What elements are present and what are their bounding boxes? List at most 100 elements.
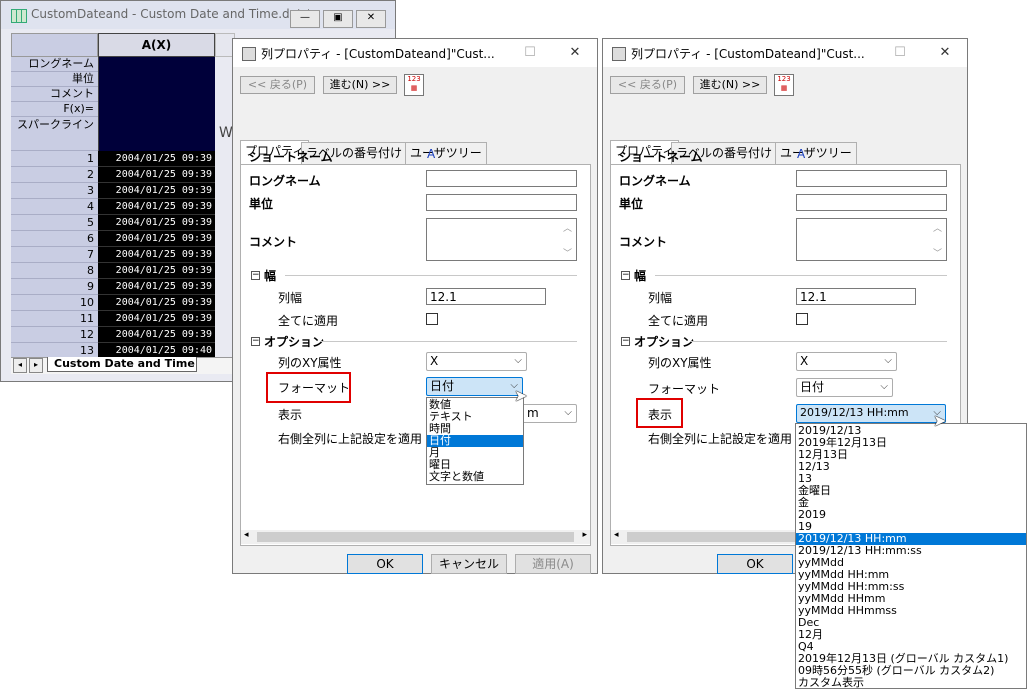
row-number[interactable]: 1 — [11, 151, 98, 167]
row-number[interactable]: 8 — [11, 263, 98, 279]
display-option[interactable]: yyMMdd HHmmss — [796, 605, 1026, 617]
dialog2-forward-button[interactable]: 進む(N) >> — [693, 76, 767, 94]
dialog1-forward-button[interactable]: 進む(N) >> — [323, 76, 397, 94]
row-number[interactable]: 4 — [11, 199, 98, 215]
format-option[interactable]: 日付 — [427, 435, 523, 447]
row-number[interactable]: 7 — [11, 247, 98, 263]
dialog2-comment-textarea[interactable] — [796, 218, 947, 261]
data-cell[interactable]: 2004/01/25 09:39 — [98, 167, 215, 183]
display-option[interactable]: Dec — [796, 617, 1026, 629]
row-label-fx[interactable]: F(x)= — [11, 102, 98, 117]
row-number[interactable]: 3 — [11, 183, 98, 199]
dialog1-width-collapse-icon[interactable]: − — [251, 271, 260, 280]
data-cell[interactable]: 2004/01/25 09:39 — [98, 263, 215, 279]
dialog1-comment-scroll-up[interactable]: ︿ — [563, 221, 572, 234]
column-header-a[interactable]: A(X) — [98, 33, 215, 57]
display-option[interactable]: カスタム表示 — [796, 677, 1026, 689]
row-number[interactable]: 5 — [11, 215, 98, 231]
format-option[interactable]: 文字と数値 — [427, 471, 523, 483]
tab-scroll-right-button[interactable]: ▸ — [29, 358, 43, 373]
dialog1-comment-scroll-down[interactable]: ﹀ — [563, 246, 572, 259]
dialog2-format-select[interactable]: 日付 ⌵ — [796, 378, 893, 397]
dialog2-ok-button[interactable]: OK — [717, 554, 793, 574]
row-label-comment[interactable]: コメント — [11, 87, 98, 102]
dialog1-unit-input[interactable] — [426, 194, 577, 211]
dialog2-display-select[interactable]: 2019/12/13 HH:mm ⌵ — [796, 404, 946, 423]
dialog1-long-name-input[interactable] — [426, 170, 577, 187]
dialog1-close-button[interactable]: ✕ — [553, 39, 597, 67]
data-cell[interactable]: 2004/01/25 09:39 — [98, 295, 215, 311]
dialog1-ok-button[interactable]: OK — [347, 554, 423, 574]
worksheet-titlebar[interactable]: CustomDateand - Custom Date and Time.dat… — [1, 1, 395, 29]
dialog1-back-button[interactable]: << 戻る(P) — [240, 76, 315, 94]
display-option[interactable]: 金 — [796, 497, 1026, 509]
data-cell[interactable]: 2004/01/25 09:39 — [98, 231, 215, 247]
dialog2-tab-user-tree[interactable]: ユーザツリー — [775, 142, 857, 164]
display-option[interactable]: 12月 — [796, 629, 1026, 641]
data-cell[interactable]: 2004/01/25 09:39 — [98, 151, 215, 167]
dialog2-column-format-icon[interactable]: 123 ▦ — [774, 74, 794, 96]
data-cell[interactable]: 2004/01/25 09:39 — [98, 199, 215, 215]
row-number[interactable]: 11 — [11, 311, 98, 327]
dialog1-format-dropdown-list[interactable]: 数値 テキスト 時間 日付月曜日 文字と数値 — [426, 397, 524, 485]
dialog1-format-select[interactable]: 日付 ⌵ — [426, 377, 523, 396]
dialog1-display-select[interactable]: m ⌵ — [521, 404, 577, 423]
dialog2-comment-scroll-up[interactable]: ︿ — [933, 221, 942, 234]
row-number[interactable]: 2 — [11, 167, 98, 183]
dialog2-hscroll-thumb[interactable] — [627, 532, 807, 542]
display-option[interactable]: 12/13 — [796, 461, 1026, 473]
worksheet-close-button[interactable]: ✕ — [356, 10, 386, 28]
dialog1-options-collapse-icon[interactable]: − — [251, 337, 260, 346]
dialog1-col-width-input[interactable]: 12.1 — [426, 288, 546, 305]
dialog1-hscroll-thumb[interactable] — [257, 532, 574, 542]
dialog1-maximize-button[interactable]: ☐ — [508, 39, 552, 67]
dialog2-options-collapse-icon[interactable]: − — [621, 337, 630, 346]
dialog2-unit-input[interactable] — [796, 194, 947, 211]
dialog2-col-width-input[interactable]: 12.1 — [796, 288, 916, 305]
row-number[interactable]: 9 — [11, 279, 98, 295]
sheet-tab-custom-date-and-time[interactable]: Custom Date and Time — [47, 357, 197, 372]
dialog2-back-button[interactable]: << 戻る(P) — [610, 76, 685, 94]
data-cell[interactable]: 2004/01/25 09:39 — [98, 247, 215, 263]
dialog1-titlebar[interactable]: 列プロパティ - [CustomDateand]"Cust... ☐ ✕ — [233, 39, 597, 67]
dialog2-width-collapse-icon[interactable]: − — [621, 271, 630, 280]
dialog1-hscrollbar[interactable]: ◂ ▸ — [241, 530, 590, 544]
dialog2-apply-all-checkbox[interactable] — [796, 313, 808, 325]
row-number[interactable]: 6 — [11, 231, 98, 247]
scroll-left-icon[interactable]: ◂ — [614, 530, 619, 540]
label-cells-column[interactable] — [98, 57, 215, 151]
row-label-unit[interactable]: 単位 — [11, 72, 98, 87]
worksheet-corner[interactable] — [11, 33, 98, 57]
dialog2-xy-attr-select[interactable]: X ⌵ — [796, 352, 897, 371]
data-cell[interactable]: 2004/01/25 09:39 — [98, 215, 215, 231]
data-cell[interactable]: 2004/01/25 09:39 — [98, 183, 215, 199]
dialog1-cancel-button[interactable]: キャンセル — [431, 554, 507, 574]
data-cell[interactable]: 2004/01/25 09:39 — [98, 311, 215, 327]
display-option[interactable]: 12月13日 — [796, 449, 1026, 461]
row-number[interactable]: 10 — [11, 295, 98, 311]
dialog2-maximize-button[interactable]: ☐ — [878, 39, 922, 67]
worksheet-maximize-button[interactable]: ▣ — [323, 10, 353, 28]
scroll-right-icon[interactable]: ▸ — [582, 530, 587, 540]
dialog1-comment-textarea[interactable] — [426, 218, 577, 261]
dialog2-display-dropdown-list[interactable]: 2019/12/13 2019年12月13日 12月13日 12/13 13 金曜日金 20… — [795, 423, 1027, 689]
row-number[interactable]: 12 — [11, 327, 98, 343]
dialog1-apply-button[interactable]: 適用(A) — [515, 554, 591, 574]
scroll-left-icon[interactable]: ◂ — [244, 530, 249, 540]
dialog1-tab-user-tree[interactable]: ユーザツリー — [405, 142, 487, 164]
dialog1-column-format-icon[interactable]: 123 ▦ — [404, 74, 424, 96]
dialog2-comment-scroll-down[interactable]: ﹀ — [933, 246, 942, 259]
display-option[interactable]: 金曜日 — [796, 485, 1026, 497]
dialog2-close-button[interactable]: ✕ — [923, 39, 967, 67]
data-cell[interactable]: 2004/01/25 09:39 — [98, 327, 215, 343]
dialog2-titlebar[interactable]: 列プロパティ - [CustomDateand]"Cust... ☐ ✕ — [603, 39, 967, 67]
dialog1-xy-attr-select[interactable]: X ⌵ — [426, 352, 527, 371]
row-label-longname[interactable]: ロングネーム — [11, 57, 98, 72]
display-option[interactable]: 2019 — [796, 509, 1026, 521]
dialog2-long-name-input[interactable] — [796, 170, 947, 187]
row-label-sparkline[interactable]: スパークライン — [11, 117, 98, 151]
data-cell[interactable]: 2004/01/25 09:39 — [98, 279, 215, 295]
tab-scroll-left-button[interactable]: ◂ — [13, 358, 27, 373]
dialog1-apply-all-checkbox[interactable] — [426, 313, 438, 325]
worksheet-minimize-button[interactable]: — — [290, 10, 320, 28]
